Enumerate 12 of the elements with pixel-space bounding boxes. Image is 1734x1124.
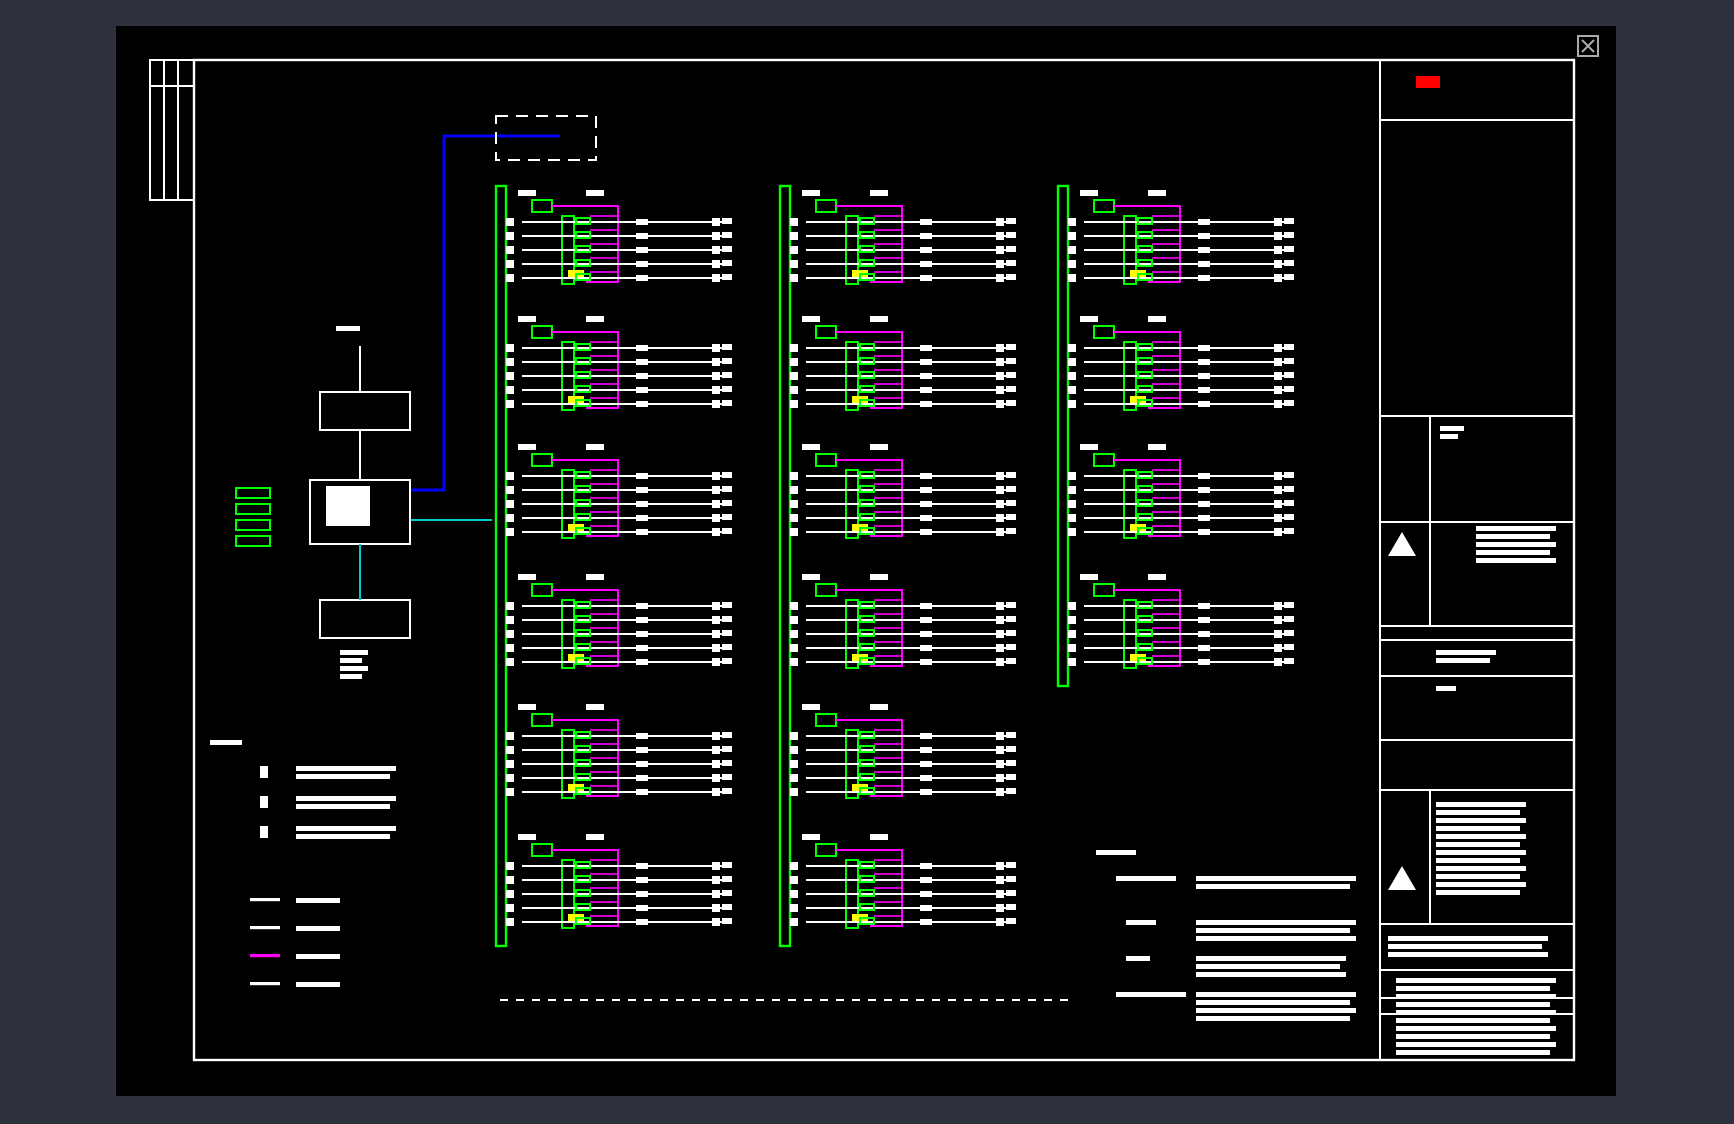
legend-text-mark <box>296 982 340 987</box>
legend-symbol-drawing <box>260 766 396 779</box>
close-button[interactable] <box>1576 34 1600 58</box>
legend-text-mark <box>296 926 340 931</box>
legend-text-mark <box>296 898 340 903</box>
outlet-box-drawing <box>495 115 597 161</box>
legend-title-mark <box>210 740 242 745</box>
legend-symbol-drawing <box>260 796 396 809</box>
legend-symbol-drawing <box>260 826 396 839</box>
legend-text-mark <box>296 954 340 959</box>
cable-line <box>409 519 493 521</box>
close-icon <box>1576 34 1600 58</box>
